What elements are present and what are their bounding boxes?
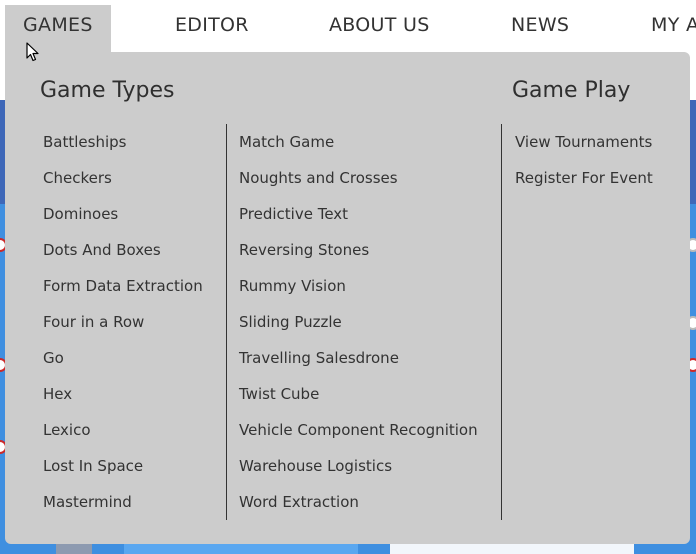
nav-item-label: GAMES	[23, 14, 93, 36]
nav-item-editor[interactable]: EDITOR	[175, 14, 249, 36]
games-dropdown-menu: Game Types Game Play Battleships Checker…	[5, 52, 690, 544]
menu-item-lost-in-space[interactable]: Lost In Space	[43, 448, 203, 484]
menu-item-mastermind[interactable]: Mastermind	[43, 484, 203, 520]
nav-item-my-account[interactable]: MY A	[651, 14, 696, 36]
column-divider	[501, 124, 502, 520]
nav-item-about-us[interactable]: ABOUT US	[329, 14, 430, 36]
menu-item-warehouse-logistics[interactable]: Warehouse Logistics	[239, 448, 478, 484]
menu-item-travelling-salesdrone[interactable]: Travelling Salesdrone	[239, 340, 478, 376]
menu-item-register-for-event[interactable]: Register For Event	[515, 160, 653, 196]
mouse-cursor-icon	[26, 42, 39, 62]
game-types-column-1: Battleships Checkers Dominoes Dots And B…	[43, 124, 203, 520]
menu-item-hex[interactable]: Hex	[43, 376, 203, 412]
menu-item-twist-cube[interactable]: Twist Cube	[239, 376, 478, 412]
top-navigation: GAMES EDITOR ABOUT US NEWS MY A	[0, 0, 696, 52]
game-play-heading: Game Play	[512, 78, 631, 103]
menu-item-view-tournaments[interactable]: View Tournaments	[515, 124, 653, 160]
column-divider	[226, 124, 227, 520]
game-types-heading: Game Types	[40, 78, 175, 103]
menu-item-battleships[interactable]: Battleships	[43, 124, 203, 160]
menu-item-lexico[interactable]: Lexico	[43, 412, 203, 448]
menu-item-checkers[interactable]: Checkers	[43, 160, 203, 196]
menu-item-reversing-stones[interactable]: Reversing Stones	[239, 232, 478, 268]
menu-item-dominoes[interactable]: Dominoes	[43, 196, 203, 232]
menu-item-dots-and-boxes[interactable]: Dots And Boxes	[43, 232, 203, 268]
nav-item-games[interactable]: GAMES	[5, 5, 111, 52]
menu-item-form-data-extraction[interactable]: Form Data Extraction	[43, 268, 203, 304]
menu-item-word-extraction[interactable]: Word Extraction	[239, 484, 478, 520]
nav-item-news[interactable]: NEWS	[511, 14, 569, 36]
menu-item-rummy-vision[interactable]: Rummy Vision	[239, 268, 478, 304]
menu-item-match-game[interactable]: Match Game	[239, 124, 478, 160]
menu-item-sliding-puzzle[interactable]: Sliding Puzzle	[239, 304, 478, 340]
menu-item-noughts-and-crosses[interactable]: Noughts and Crosses	[239, 160, 478, 196]
menu-item-go[interactable]: Go	[43, 340, 203, 376]
game-play-column: View Tournaments Register For Event	[515, 124, 653, 520]
menu-item-predictive-text[interactable]: Predictive Text	[239, 196, 478, 232]
menu-item-vehicle-component-recognition[interactable]: Vehicle Component Recognition	[239, 412, 478, 448]
game-types-column-2: Match Game Noughts and Crosses Predictiv…	[239, 124, 478, 520]
menu-item-four-in-a-row[interactable]: Four in a Row	[43, 304, 203, 340]
